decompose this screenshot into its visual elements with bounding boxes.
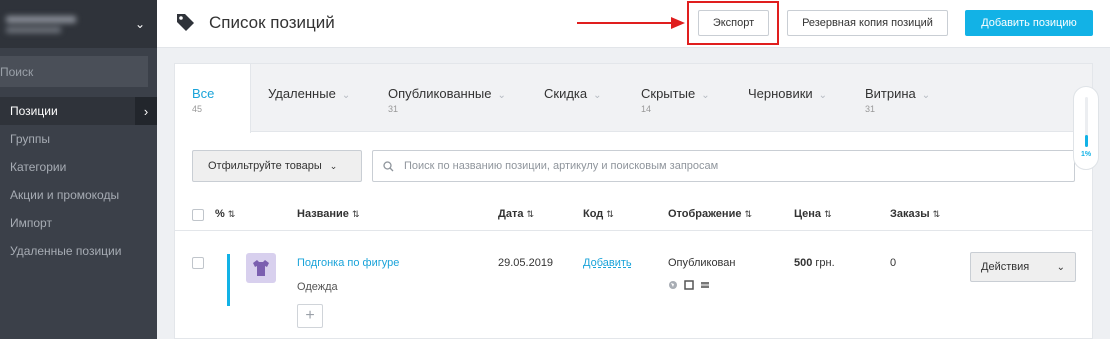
table-row: Подгонка по фигуре Одежда + 29.05.2019 Д… xyxy=(175,244,1092,339)
column-date[interactable]: Дата ⇅ xyxy=(498,208,534,220)
desktop-icon xyxy=(684,280,694,290)
price-value: 500 xyxy=(794,257,813,269)
sort-icon: ⇅ xyxy=(744,209,752,219)
actions-dropdown[interactable]: Действия ⌄ xyxy=(970,252,1076,282)
backup-positions-button[interactable]: Резервная копия позиций xyxy=(787,10,948,36)
row-status: Опубликован xyxy=(668,257,736,269)
tab-label: Черновики xyxy=(748,86,813,101)
sidebar-item-categories[interactable]: Категории xyxy=(0,153,157,181)
price-currency: грн. xyxy=(815,257,835,269)
chevron-down-icon: ⌄ xyxy=(329,160,338,171)
filter-label: Отфильтруйте товары xyxy=(208,160,322,172)
tshirt-icon xyxy=(253,260,269,276)
page-title: Список позиций xyxy=(209,13,335,32)
chevron-down-icon: ⌄ xyxy=(818,90,828,101)
sidebar-search-input[interactable]: Поиск xyxy=(0,56,148,87)
product-group: Одежда xyxy=(297,281,338,293)
sidebar-item-label: Акции и промокоды xyxy=(10,188,120,202)
tab-count: 14 xyxy=(641,104,652,114)
sidebar-item-promotions[interactable]: Акции и промокоды xyxy=(0,181,157,209)
annotation-arrow xyxy=(577,17,685,29)
chevron-down-icon: ⌄ xyxy=(341,90,351,101)
gauge-fill xyxy=(1085,135,1088,147)
page-header: Список позиций Экспорт Резервная копия п… xyxy=(157,0,1110,48)
chevron-down-icon: ⌄ xyxy=(497,90,506,101)
filter-products-button[interactable]: Отфильтруйте товары ⌄ xyxy=(192,150,362,182)
table-header: % ⇅ Название ⇅ Дата ⇅ Код ⇅ Отображение ⇅ Цен… xyxy=(175,201,1092,231)
column-price[interactable]: Цена ⇅ xyxy=(794,208,832,220)
chevron-down-icon: ⌄ xyxy=(1056,261,1065,273)
tab-label: Все xyxy=(192,86,215,101)
select-all-checkbox[interactable] xyxy=(192,209,204,221)
sidebar-item-positions[interactable]: Позиции › xyxy=(0,97,157,125)
account-switcher[interactable]: ⌄ xyxy=(0,0,157,48)
tab-label: Удаленные xyxy=(268,86,336,101)
tab-label: Опубликованные xyxy=(388,86,492,101)
tab-count: 45 xyxy=(192,104,203,114)
column-orders[interactable]: Заказы ⇅ xyxy=(890,208,940,220)
sidebar-item-label: Группы xyxy=(10,132,50,146)
chevron-down-icon: ⌄ xyxy=(593,90,602,101)
column-name[interactable]: Название ⇅ xyxy=(297,208,359,220)
sidebar-item-import[interactable]: Импорт xyxy=(0,209,157,237)
sort-icon: ⇅ xyxy=(932,209,941,219)
chevron-down-icon[interactable]: ⌄ xyxy=(135,17,145,31)
tab-showcase[interactable]: Витрина ⌄ 31 xyxy=(865,64,930,132)
sort-icon: ⇅ xyxy=(351,209,360,219)
product-thumbnail[interactable] xyxy=(246,253,276,283)
sort-icon: ⇅ xyxy=(526,209,535,219)
positions-panel: Все 45 Удаленные ⌄ Опубликованные ⌄ 31 Ски… xyxy=(174,63,1093,339)
row-price: 500 грн. xyxy=(794,257,835,269)
tab-label: Витрина xyxy=(865,86,916,101)
tab-count: 31 xyxy=(388,104,399,114)
row-checkbox[interactable] xyxy=(192,257,204,269)
globe-icon xyxy=(669,281,677,289)
sidebar-item-label: Импорт xyxy=(10,216,52,230)
tab-discount[interactable]: Скидка ⌄ xyxy=(544,64,602,132)
tab-deleted[interactable]: Удаленные ⌄ xyxy=(268,64,350,132)
sidebar: ⌄ Поиск Позиции › Группы Категории Акции… xyxy=(0,0,157,339)
product-name-link[interactable]: Подгонка по фигуре xyxy=(297,257,399,269)
tab-count: 31 xyxy=(865,104,876,114)
sort-icon: ⇅ xyxy=(606,209,614,219)
tab-hidden[interactable]: Скрытые ⌄ 14 xyxy=(641,64,710,132)
column-code[interactable]: Код ⇅ xyxy=(583,208,614,220)
display-channel-icons xyxy=(668,280,710,290)
sidebar-menu: Позиции › Группы Категории Акции и промо… xyxy=(0,97,157,265)
tab-drafts[interactable]: Черновики ⌄ xyxy=(748,64,827,132)
gauge-label: 1% xyxy=(1080,151,1092,158)
sidebar-item-groups[interactable]: Группы xyxy=(0,125,157,153)
tab-label: Скидка xyxy=(544,86,588,101)
sort-icon: ⇅ xyxy=(824,209,832,219)
add-code-link[interactable]: Добавить xyxy=(583,257,632,269)
chevron-down-icon: ⌄ xyxy=(921,90,931,101)
tag-icon xyxy=(175,12,195,37)
row-status-bar xyxy=(227,254,230,306)
sort-icon: ⇅ xyxy=(227,209,236,219)
sidebar-item-label: Позиции xyxy=(10,104,58,118)
tab-label: Скрытые xyxy=(641,86,696,101)
search-placeholder: Поиск по названию позиции, артикулу и по… xyxy=(404,160,719,172)
search-icon xyxy=(383,160,394,171)
progress-gauge[interactable]: 1% xyxy=(1073,86,1099,170)
column-display[interactable]: Отображение ⇅ xyxy=(668,208,752,220)
chevron-right-icon[interactable]: › xyxy=(135,97,157,125)
tab-published[interactable]: Опубликованные ⌄ 31 xyxy=(388,64,506,132)
account-info-blurred xyxy=(6,9,135,39)
sidebar-item-label: Удаленные позиции xyxy=(10,244,122,258)
actions-label: Действия xyxy=(981,261,1030,273)
sidebar-item-label: Категории xyxy=(10,160,67,174)
add-variant-button[interactable]: + xyxy=(297,304,323,328)
add-position-button[interactable]: Добавить позицию xyxy=(965,10,1093,36)
position-search-input[interactable]: Поиск по названию позиции, артикулу и по… xyxy=(372,150,1075,182)
row-orders: 0 xyxy=(890,257,897,269)
column-percent[interactable]: % ⇅ xyxy=(215,208,235,220)
row-date: 29.05.2019 xyxy=(498,257,554,269)
mobile-icon xyxy=(701,282,709,288)
tab-all[interactable]: Все 45 xyxy=(175,64,251,133)
tabs-bar: Все 45 Удаленные ⌄ Опубликованные ⌄ 31 Ски… xyxy=(175,64,1092,133)
sidebar-item-deleted-positions[interactable]: Удаленные позиции xyxy=(0,237,157,265)
export-button[interactable]: Экспорт xyxy=(698,10,769,36)
chevron-down-icon: ⌄ xyxy=(701,90,710,101)
